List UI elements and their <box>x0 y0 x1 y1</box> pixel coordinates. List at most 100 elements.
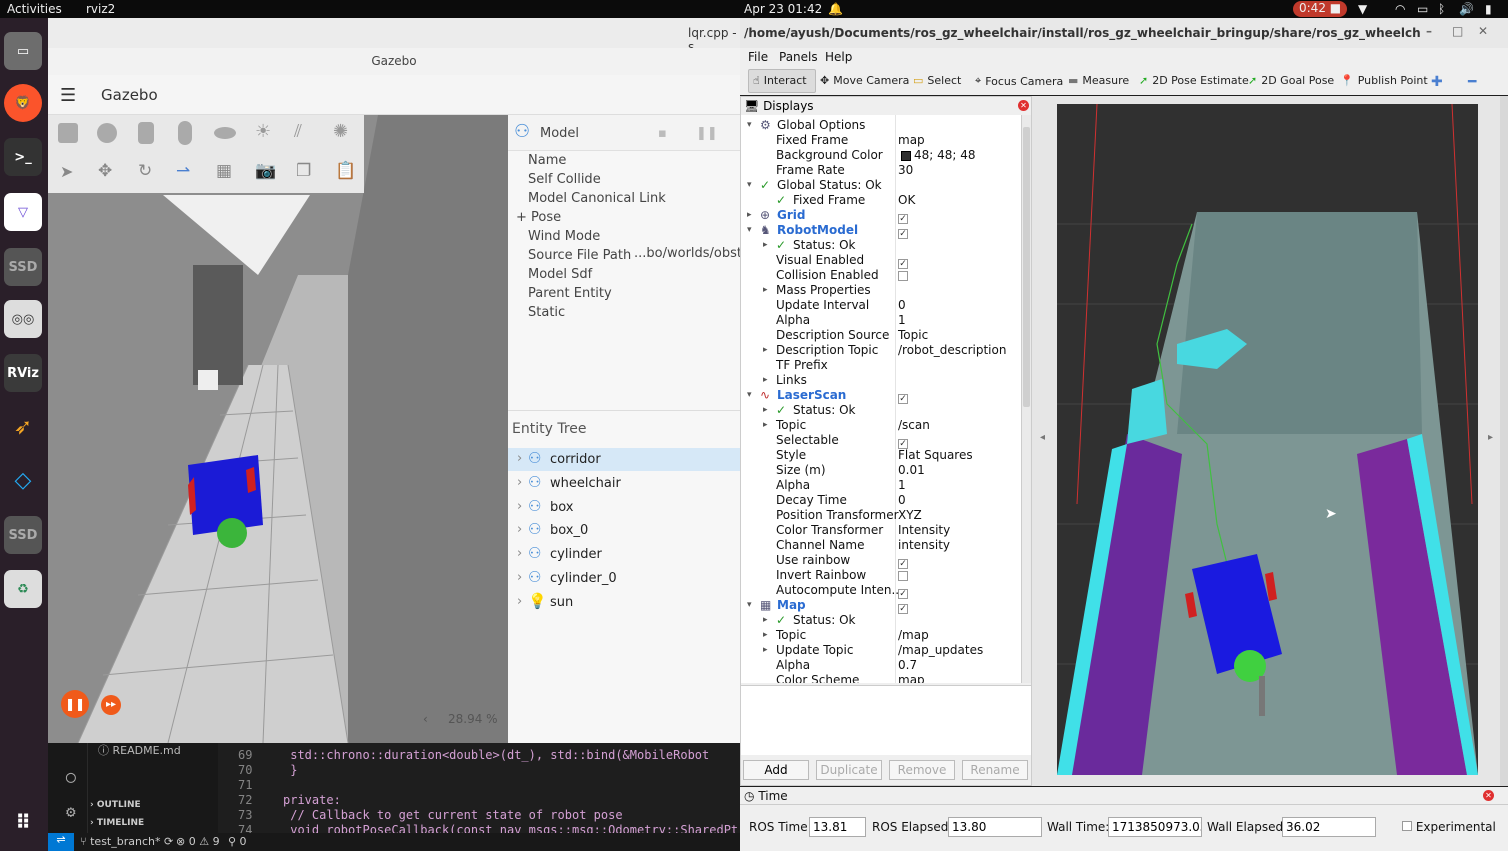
paste-icon[interactable]: 📋 <box>335 161 356 181</box>
maximize-icon[interactable]: □ <box>1452 24 1463 38</box>
tool-publish-point[interactable]: 📍 Publish Point <box>1340 74 1428 87</box>
property-value[interactable]: map <box>898 133 925 148</box>
tree-arrow-icon[interactable]: ▸ <box>763 628 768 643</box>
code-line[interactable]: 70 } <box>238 763 297 777</box>
add-tool-icon[interactable]: ✚ <box>1431 74 1443 90</box>
code-line[interactable]: 71 <box>238 778 283 792</box>
bell-icon[interactable]: 🔔 <box>828 2 843 16</box>
close-icon[interactable]: ✕ <box>1478 24 1488 38</box>
tree-arrow-icon[interactable]: ▸ <box>763 613 768 628</box>
vscode-icon[interactable]: ◇ <box>4 461 42 499</box>
hamburger-menu-icon[interactable]: ☰ <box>60 85 76 106</box>
display-tree-row[interactable]: Update Interval 0 <box>741 298 1021 313</box>
display-tree-row[interactable]: Color Transformer Intensity <box>741 523 1021 538</box>
tool-2d-goal-pose[interactable]: ➚ 2D Goal Pose <box>1248 74 1334 87</box>
cylinder-shape-icon[interactable] <box>138 122 154 144</box>
bluetooth-icon[interactable]: ᛒ <box>1438 2 1445 16</box>
property-value[interactable]: Flat Squares <box>898 448 973 463</box>
display-tree-row[interactable]: Decay Time 0 <box>741 493 1021 508</box>
model-property[interactable]: + Pose <box>516 210 561 225</box>
property-value[interactable]: Intensity <box>898 523 950 538</box>
tool-2d-pose-estimate[interactable]: ➚ 2D Pose Estimate <box>1139 74 1249 87</box>
close-time-icon[interactable]: ✕ <box>1483 790 1494 801</box>
remove-tool-icon[interactable]: ━ <box>1468 74 1476 90</box>
property-value[interactable]: 30 <box>898 163 913 178</box>
tree-arrow-icon[interactable]: ▸ <box>763 418 768 433</box>
tool-measure[interactable]: ▬ Measure <box>1068 74 1129 87</box>
menu-help[interactable]: Help <box>825 50 852 64</box>
tree-arrow-icon[interactable]: ▾ <box>747 388 752 403</box>
entity-tree-item[interactable]: › ⚇ box <box>508 496 740 519</box>
copy-icon[interactable]: ❐ <box>296 161 311 181</box>
apps-grid-icon[interactable]: ⠿ <box>4 803 42 841</box>
property-value[interactable]: 1 <box>898 313 906 328</box>
code-line[interactable]: 73 // Callback to get current state of r… <box>238 808 623 822</box>
display-tree-row[interactable]: Color Scheme map <box>741 673 1021 683</box>
tree-arrow-icon[interactable]: ▸ <box>763 373 768 388</box>
tree-arrow-icon[interactable]: ▾ <box>747 118 752 133</box>
tool-interact[interactable]: ☝ Interact <box>753 74 807 87</box>
remove-display-button[interactable]: Remove <box>889 760 955 780</box>
display-tree-row[interactable]: TF Prefix <box>741 358 1021 373</box>
tool-select[interactable]: ▭ Select <box>913 74 961 87</box>
expand-chevron-icon[interactable]: › <box>517 499 522 514</box>
close-displays-icon[interactable]: ✕ <box>1018 100 1029 111</box>
sun-light-icon[interactable]: ☀ <box>255 121 271 142</box>
collapse-left-icon[interactable]: ◂ <box>1040 432 1045 443</box>
problems-indicator[interactable]: ⊗ 0 ⚠ 9 <box>176 835 220 848</box>
account-icon[interactable]: ◯ <box>66 767 76 786</box>
grid-icon[interactable]: ▦ <box>216 161 232 181</box>
property-value[interactable]: map <box>898 673 925 683</box>
entity-tree-item[interactable]: › ⚇ wheelchair <box>508 472 740 495</box>
tree-arrow-icon[interactable]: ▸ <box>763 643 768 658</box>
expand-chevron-icon[interactable]: › <box>517 475 522 490</box>
tree-arrow-icon[interactable]: ▾ <box>747 223 752 238</box>
ellipsoid-shape-icon[interactable] <box>214 127 236 139</box>
display-tree-row[interactable]: Alpha 1 <box>741 313 1021 328</box>
display-tree-row[interactable]: Size (m) 0.01 <box>741 463 1021 478</box>
display-tree-row[interactable]: Frame Rate 30 <box>741 163 1021 178</box>
document-viewer-icon[interactable]: ◎◎ <box>4 300 42 338</box>
pause-button[interactable]: ❚❚ <box>61 690 89 718</box>
entity-tree-item[interactable]: › ⚇ box_0 <box>508 519 740 542</box>
timeline-section[interactable]: › TIMELINE <box>90 818 144 828</box>
property-value[interactable]: XYZ <box>898 508 922 523</box>
wall-elapsed-field[interactable] <box>1282 817 1376 837</box>
display-tree-row[interactable]: ▸ ⊕ Grid ✓ <box>741 208 1021 224</box>
tree-arrow-icon[interactable]: ▾ <box>747 598 752 613</box>
rename-display-button[interactable]: Rename <box>962 760 1028 780</box>
volume-icon[interactable]: 🔊 <box>1459 2 1474 16</box>
entity-tree-item[interactable]: › ⚇ cylinder_0 <box>508 567 740 590</box>
disk-icon[interactable]: SSD <box>4 248 42 286</box>
settings-gear-icon[interactable]: ⚙ <box>66 802 76 821</box>
property-value[interactable]: 0.7 <box>898 658 917 673</box>
property-value[interactable]: /scan <box>898 418 930 433</box>
lock-icon[interactable]: ▪ <box>658 126 667 141</box>
ros-elapsed-field[interactable] <box>948 817 1042 837</box>
experimental-checkbox[interactable]: Experimental <box>1402 820 1496 834</box>
add-display-button[interactable]: Add <box>743 760 809 780</box>
entity-tree-item[interactable]: › ⚇ cylinder <box>508 543 740 566</box>
display-tree-row[interactable]: Style Flat Squares <box>741 448 1021 463</box>
readme-file[interactable]: ⓘ README.md <box>98 742 181 758</box>
display-tree-row[interactable]: Use rainbow ✓ <box>741 553 1021 569</box>
display-tree-row[interactable]: ▸ Topic/map <box>741 628 1021 643</box>
property-value[interactable]: /map_updates <box>898 643 983 658</box>
entity-tree-item[interactable]: › ⚇ corridor <box>508 448 740 471</box>
display-tree-row[interactable]: Fixed Frame map <box>741 133 1021 148</box>
property-value[interactable]: 0 <box>898 298 906 313</box>
minimize-icon[interactable]: – <box>1426 24 1432 38</box>
outline-section[interactable]: › OUTLINE <box>90 800 141 810</box>
screenshot-camera-icon[interactable]: 📷 <box>255 161 276 181</box>
sphere-shape-icon[interactable] <box>97 123 117 143</box>
display-tree-row[interactable]: Alpha 0.7 <box>741 658 1021 673</box>
tool-move-camera[interactable]: ✥ Move Camera <box>820 74 909 87</box>
battery-icon[interactable]: ▮ <box>1485 2 1492 16</box>
display-tree-row[interactable]: ▸ Topic/scan <box>741 418 1021 433</box>
rviz-icon[interactable]: RViz <box>4 354 42 392</box>
display-tree-row[interactable]: Background Color 48; 48; 48 <box>741 148 1021 163</box>
property-value[interactable]: 0.01 <box>898 463 925 478</box>
property-value[interactable]: OK <box>898 193 915 208</box>
select-arrow-icon[interactable]: ➤ <box>60 162 73 181</box>
display-tree-row[interactable]: ▾ ✓ Global Status: Ok <box>741 178 1021 193</box>
